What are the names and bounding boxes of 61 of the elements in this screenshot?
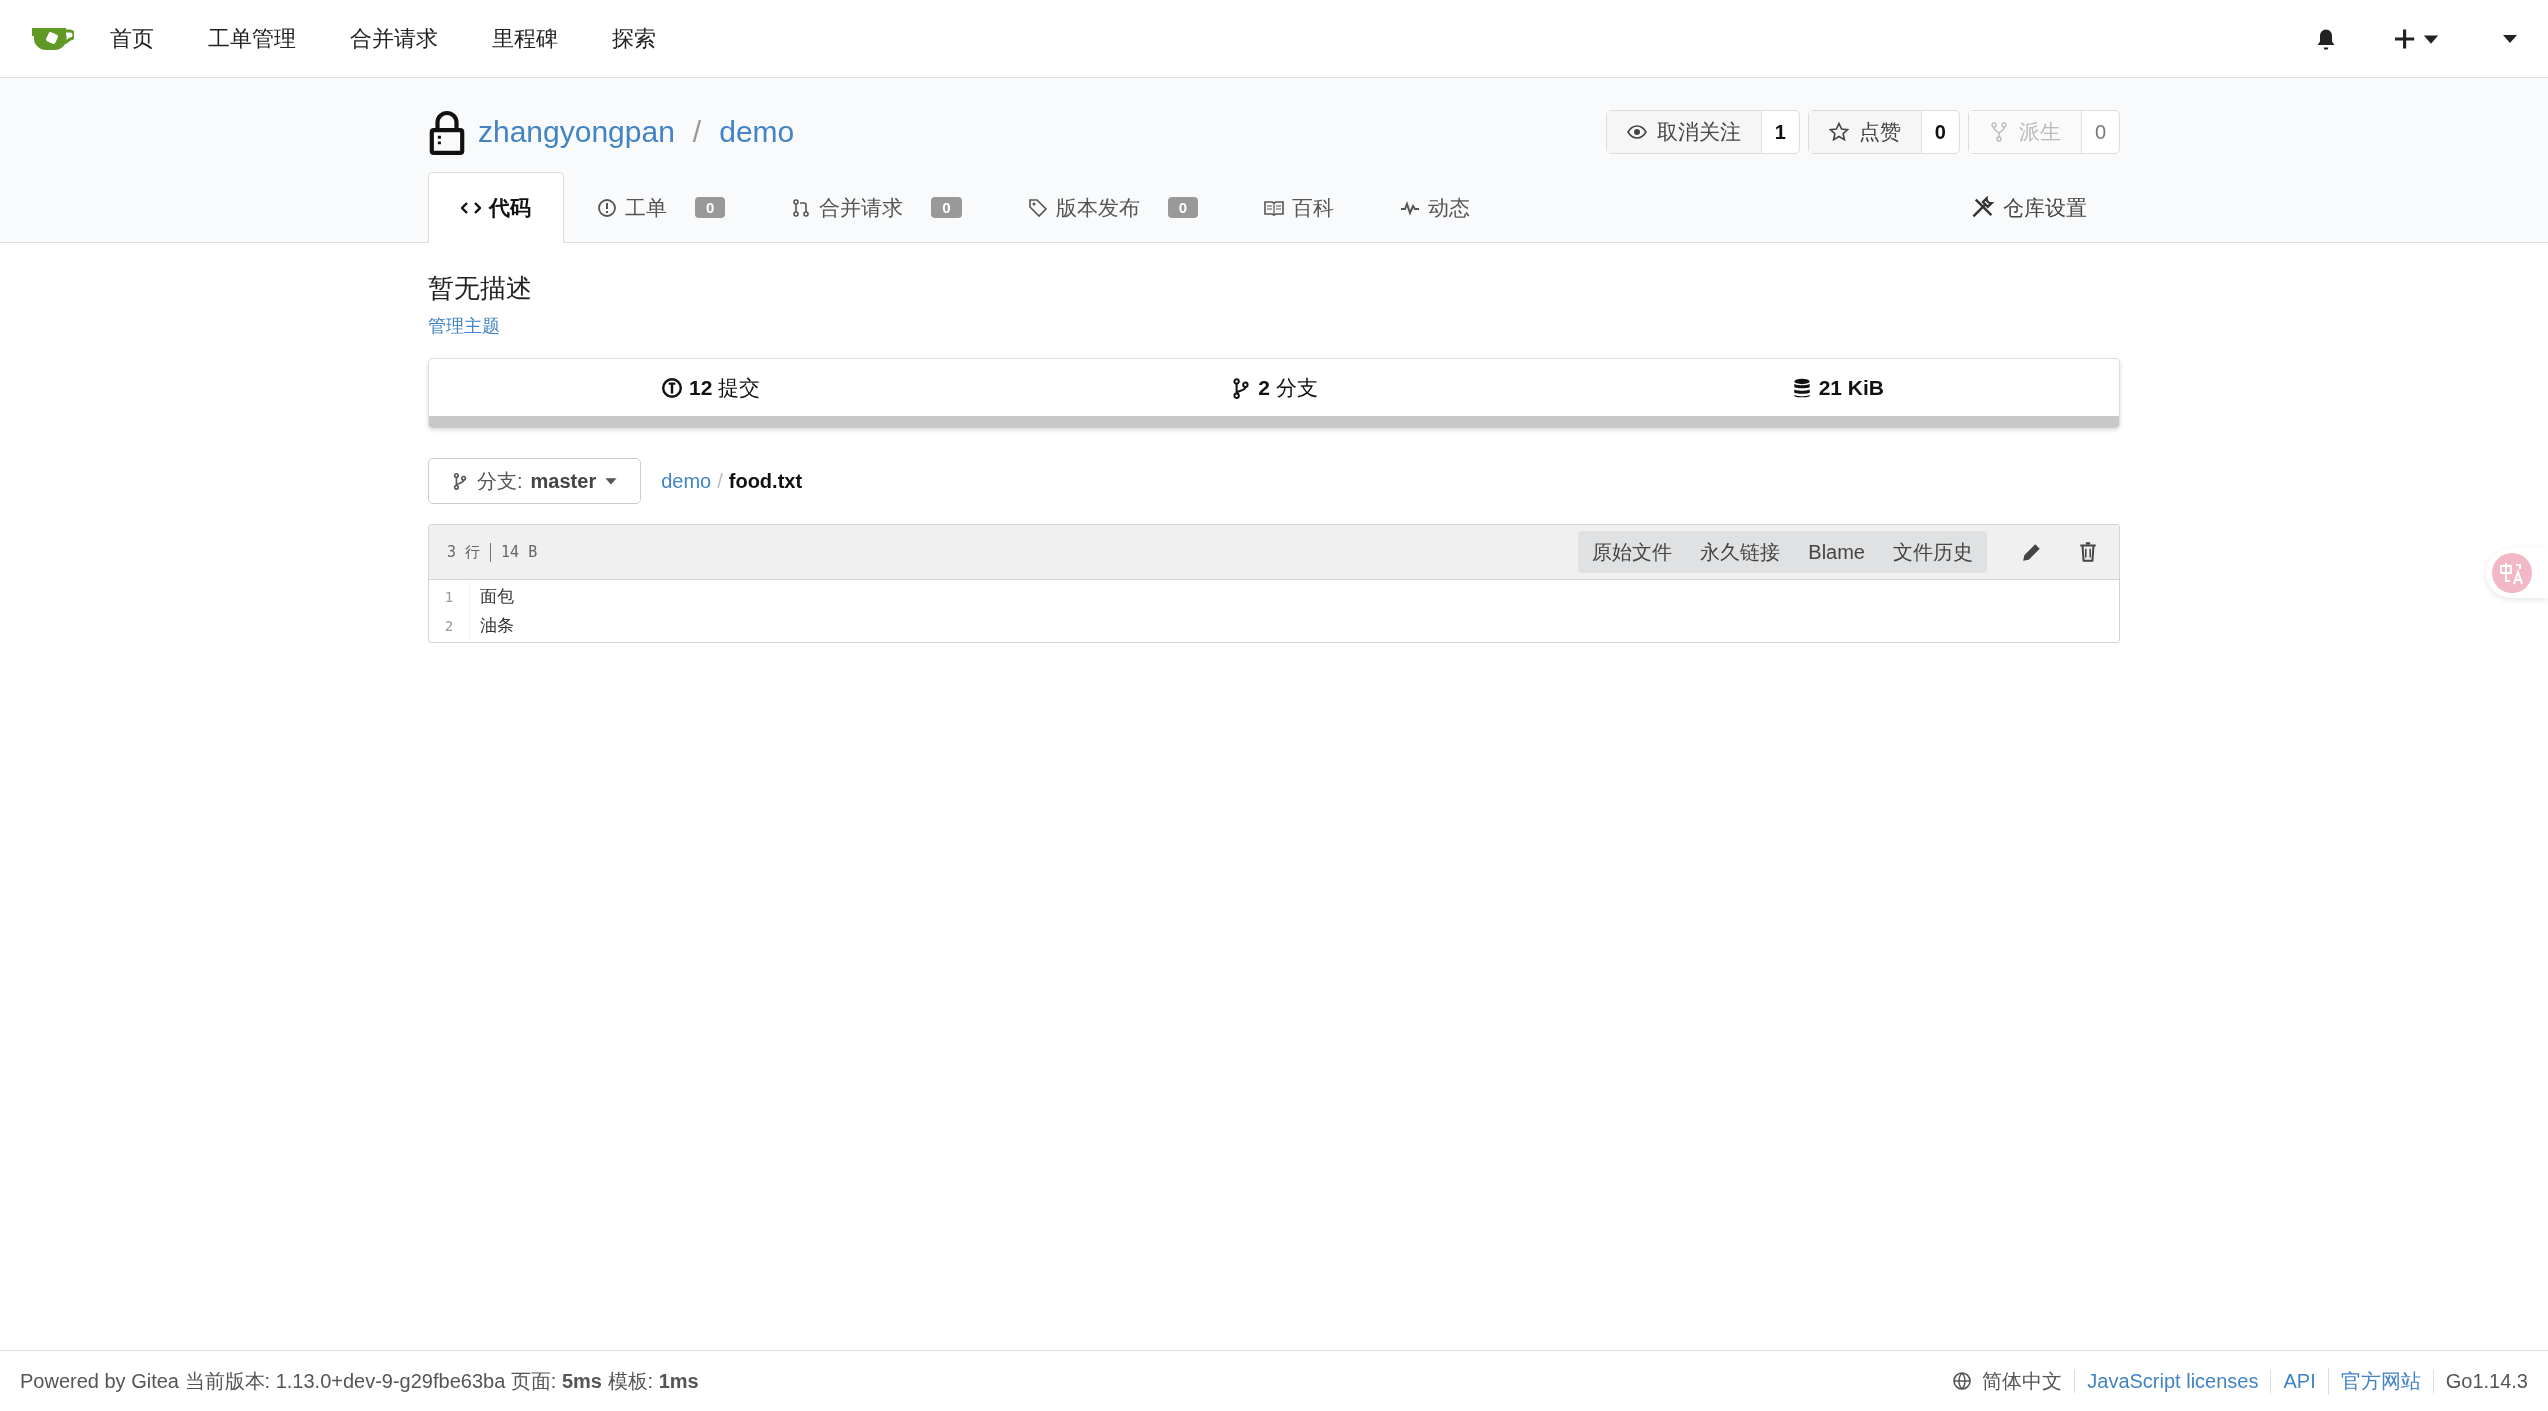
pull-request-icon <box>791 197 812 218</box>
line-count: 3 行 <box>447 542 481 562</box>
settings-tab[interactable]: 仓库设置 <box>1938 172 2120 242</box>
nav-link[interactable]: 里程碑 <box>492 23 558 54</box>
repo-tab[interactable]: 动态 <box>1367 172 1504 242</box>
owner-link[interactable]: zhangyongpan <box>478 115 675 149</box>
nav-link[interactable]: 首页 <box>110 23 154 54</box>
repo-tab[interactable]: 版本发布 0 <box>994 172 1232 242</box>
stat-link[interactable]: 21 KiB <box>1555 359 2119 416</box>
translate-icon <box>2492 553 2532 593</box>
stat-link[interactable]: 2 分支 <box>992 359 1556 416</box>
footer-link[interactable]: 官方网站 <box>2327 1367 2433 1395</box>
star-icon <box>1828 122 1849 142</box>
count-badge: 0 <box>695 197 726 218</box>
nav-link[interactable]: 合并请求 <box>350 23 438 54</box>
fork-button: 派生 <box>1968 111 2082 153</box>
stat-link[interactable]: 12 提交 <box>429 359 993 416</box>
line-number: 1 <box>429 582 470 611</box>
code-line: 面包 <box>479 585 514 608</box>
issue-icon <box>597 197 617 218</box>
file-name: food.txt <box>728 469 803 493</box>
repo-name-link[interactable]: demo <box>719 115 795 149</box>
breadcrumb-separator: / <box>717 469 723 493</box>
watch-button[interactable]: 取消关注 <box>1606 111 1762 153</box>
path-separator: / <box>692 115 702 149</box>
tag-icon <box>1027 197 1048 218</box>
file-action-button[interactable]: Blame <box>1794 531 1879 573</box>
fork-icon <box>1988 122 2009 142</box>
file-action-button[interactable]: 原始文件 <box>1578 531 1687 573</box>
file-size: 14 B <box>490 542 538 562</box>
count-label[interactable]: 0 <box>1921 111 1959 153</box>
repo-tab[interactable]: 工单 0 <box>564 172 759 242</box>
line-number: 2 <box>429 611 470 640</box>
nav-link[interactable]: 探索 <box>612 23 656 54</box>
footer-link[interactable]: API <box>2270 1369 2328 1393</box>
pencil-icon[interactable] <box>2021 541 2043 563</box>
code-line: 油条 <box>479 614 514 637</box>
history-icon <box>661 376 683 399</box>
branch-dropdown[interactable]: 分支: master <box>428 458 642 504</box>
manage-topics-link[interactable]: 管理主题 <box>428 314 500 338</box>
language-selector[interactable]: 简体中文 <box>1952 1367 2075 1395</box>
count-badge: 0 <box>1167 197 1199 218</box>
repo-tab[interactable]: 百科 <box>1231 172 1368 242</box>
repo-tab[interactable]: 代码 <box>428 172 564 243</box>
trash-icon[interactable] <box>2077 541 2099 563</box>
file-action-button[interactable]: 文件历史 <box>1879 531 1987 573</box>
footer-link[interactable]: JavaScript licenses <box>2074 1369 2271 1393</box>
count-label[interactable]: 1 <box>1761 111 1799 153</box>
count-badge: 0 <box>931 197 962 218</box>
star-button[interactable]: 点赞 <box>1808 111 1922 153</box>
branch-icon <box>451 472 469 490</box>
tools-icon <box>1971 195 1995 220</box>
file-action-button[interactable]: 永久链接 <box>1686 531 1795 573</box>
footer-text: Powered by Gitea 当前版本: 1.13.0+dev-9-g29fbe63ba 页面: 5ms 模板: 1ms <box>20 1368 699 1394</box>
repo-description: 暂无描述 <box>428 272 533 305</box>
repo-tab[interactable]: 合并请求 0 <box>758 172 995 242</box>
nav-link[interactable]: 工单管理 <box>208 23 296 54</box>
breadcrumb-link[interactable]: demo <box>661 469 712 493</box>
version-text: Go1.14.3 <box>2432 1369 2528 1393</box>
globe-icon <box>1952 1371 1973 1391</box>
eye-icon <box>1626 122 1647 142</box>
